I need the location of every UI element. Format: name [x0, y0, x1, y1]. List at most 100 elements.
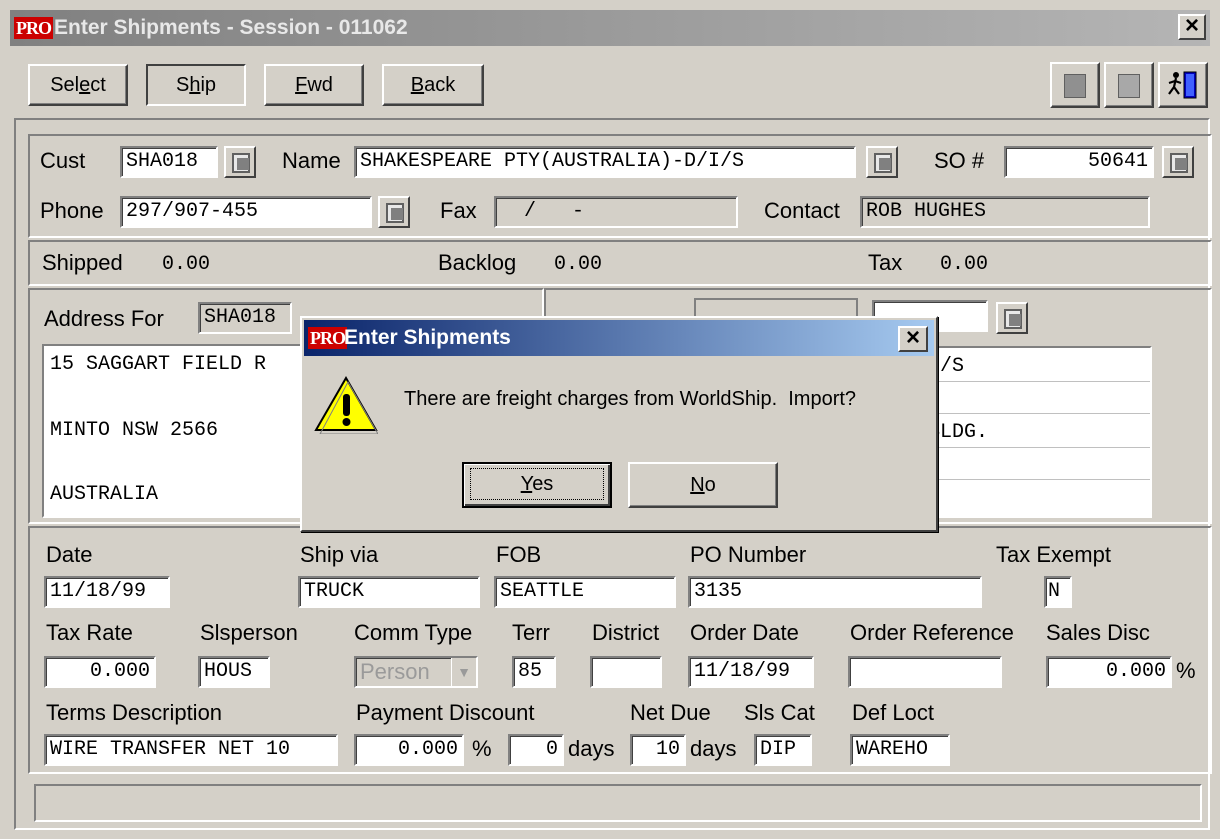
tax-rate-label: Tax Rate — [46, 620, 133, 645]
tax-value: 0.00 — [940, 253, 989, 276]
no-button[interactable]: No — [628, 462, 778, 508]
dialog-message: There are freight charges from WorldShip… — [404, 388, 857, 410]
address-line: MINTO NSW 2566 — [50, 419, 219, 442]
fax-label: Fax — [440, 198, 477, 223]
dialog-title: Enter Shipments — [344, 326, 511, 349]
cust-label: Cust — [40, 148, 86, 173]
def-loct-field[interactable]: WAREHO — [850, 734, 950, 766]
shipped-label: Shipped — [42, 250, 123, 275]
tax-exempt-field[interactable]: N — [1044, 576, 1072, 608]
backlog-value: 0.00 — [554, 253, 603, 276]
status-bar — [34, 784, 1202, 822]
comm-type-label: Comm Type — [354, 620, 473, 645]
sales-disc-label: Sales Disc — [1046, 620, 1150, 645]
net-due-field[interactable]: 10 — [630, 734, 686, 766]
window-close-button[interactable]: × — [1178, 14, 1206, 40]
shipto-line — [922, 482, 1150, 512]
so-label: SO # — [934, 148, 985, 173]
warning-icon — [314, 375, 378, 434]
ship-button[interactable]: Ship — [146, 64, 246, 106]
print-button[interactable] — [1104, 62, 1154, 108]
net-due-unit: days — [690, 736, 737, 761]
chevron-down-icon: ▼ — [451, 658, 476, 686]
sls-cat-label: Sls Cat — [744, 700, 815, 725]
print-icon — [1118, 74, 1140, 98]
phone-lookup-button[interactable] — [378, 196, 410, 228]
shipto-line: BLDG. — [922, 418, 1150, 448]
yes-button[interactable]: Yes — [462, 462, 612, 508]
sls-cat-field[interactable]: DIP — [754, 734, 812, 766]
district-label: District — [592, 620, 660, 645]
date-label: Date — [46, 542, 93, 567]
fax-field[interactable]: / - — [494, 196, 738, 228]
net-due-label: Net Due — [630, 700, 711, 725]
exit-door-icon — [1168, 71, 1197, 99]
dialog-window: PRO Enter Shipments × There are freight … — [300, 316, 938, 532]
payment-discount-unit: % — [472, 736, 492, 761]
shipto-line — [922, 450, 1150, 480]
close-icon: × — [1184, 12, 1199, 39]
date-field[interactable]: 11/18/99 — [44, 576, 170, 608]
window-title: Enter Shipments - Session - 011062 — [54, 16, 408, 39]
sales-disc-field[interactable]: 0.000 — [1046, 656, 1172, 688]
save-icon — [1064, 74, 1086, 98]
terr-label: Terr — [512, 620, 550, 645]
address-code-field[interactable]: SHA018 — [198, 302, 292, 334]
order-date-field[interactable]: 11/18/99 — [688, 656, 814, 688]
shipto-lookup-button[interactable] — [996, 302, 1028, 334]
dialog-titlebar[interactable]: PRO Enter Shipments × — [304, 320, 934, 356]
po-number-field[interactable]: 3135 — [688, 576, 982, 608]
order-date-label: Order Date — [690, 620, 799, 645]
cust-field[interactable]: SHA018 — [120, 146, 218, 178]
name-label: Name — [282, 148, 341, 173]
po-number-label: PO Number — [690, 542, 807, 567]
comm-type-select[interactable]: Person ▼ — [354, 656, 478, 688]
window-titlebar[interactable]: PRO Enter Shipments - Session - 011062 × — [10, 10, 1210, 46]
app-logo: PRO — [14, 17, 53, 39]
sales-disc-unit: % — [1176, 658, 1196, 683]
address-line — [44, 450, 330, 480]
address-lines[interactable]: 15 SAGGART FIELD R MINTO NSW 2566 AUSTRA… — [42, 344, 332, 518]
slsperson-label: Slsperson — [200, 620, 298, 645]
tax-exempt-label: Tax Exempt — [996, 542, 1111, 567]
backlog-label: Backlog — [438, 250, 517, 275]
back-button[interactable]: Back — [382, 64, 484, 106]
select-button[interactable]: Select — [28, 64, 128, 106]
save-button[interactable] — [1050, 62, 1100, 108]
shipto-line: I/S — [922, 352, 1150, 382]
exit-button[interactable] — [1158, 62, 1208, 108]
payment-days-field[interactable]: 0 — [508, 734, 564, 766]
fob-label: FOB — [496, 542, 542, 567]
cust-lookup-button[interactable] — [224, 146, 256, 178]
dialog-close-button[interactable]: × — [898, 326, 928, 352]
shipvia-label: Ship via — [300, 542, 379, 567]
address-line — [44, 380, 330, 410]
shipped-value: 0.00 — [162, 253, 211, 276]
payment-discount-label: Payment Discount — [356, 700, 535, 725]
contact-label: Contact — [764, 198, 840, 223]
terr-field[interactable]: 85 — [512, 656, 556, 688]
shipto-line — [922, 384, 1150, 414]
so-field[interactable]: 50641 — [1004, 146, 1154, 178]
fob-field[interactable]: SEATTLE — [494, 576, 676, 608]
phone-field[interactable]: 297/907-455 — [120, 196, 372, 228]
district-field[interactable] — [590, 656, 662, 688]
payment-discount-field[interactable]: 0.000 — [354, 734, 464, 766]
tax-rate-field[interactable]: 0.000 — [44, 656, 156, 688]
terms-description-field[interactable]: WIRE TRANSFER NET 10 — [44, 734, 338, 766]
close-icon: × — [905, 324, 920, 351]
address-line: 15 SAGGART FIELD R — [50, 353, 267, 376]
payment-days-unit: days — [568, 736, 615, 761]
contact-field[interactable]: ROB HUGHES — [860, 196, 1150, 228]
shipvia-field[interactable]: TRUCK — [298, 576, 480, 608]
so-lookup-button[interactable] — [1162, 146, 1194, 178]
name-field[interactable]: SHAKESPEARE PTY(AUSTRALIA)-D/I/S — [354, 146, 856, 178]
tax-label: Tax — [868, 250, 903, 275]
forward-button[interactable]: Fwd — [264, 64, 364, 106]
order-reference-label: Order Reference — [850, 620, 1014, 645]
dialog-app-logo: PRO — [308, 327, 347, 349]
name-lookup-button[interactable] — [866, 146, 898, 178]
slsperson-field[interactable]: HOUS — [198, 656, 270, 688]
order-reference-field[interactable] — [848, 656, 1002, 688]
shipto-lines[interactable]: I/S BLDG. — [920, 346, 1152, 518]
